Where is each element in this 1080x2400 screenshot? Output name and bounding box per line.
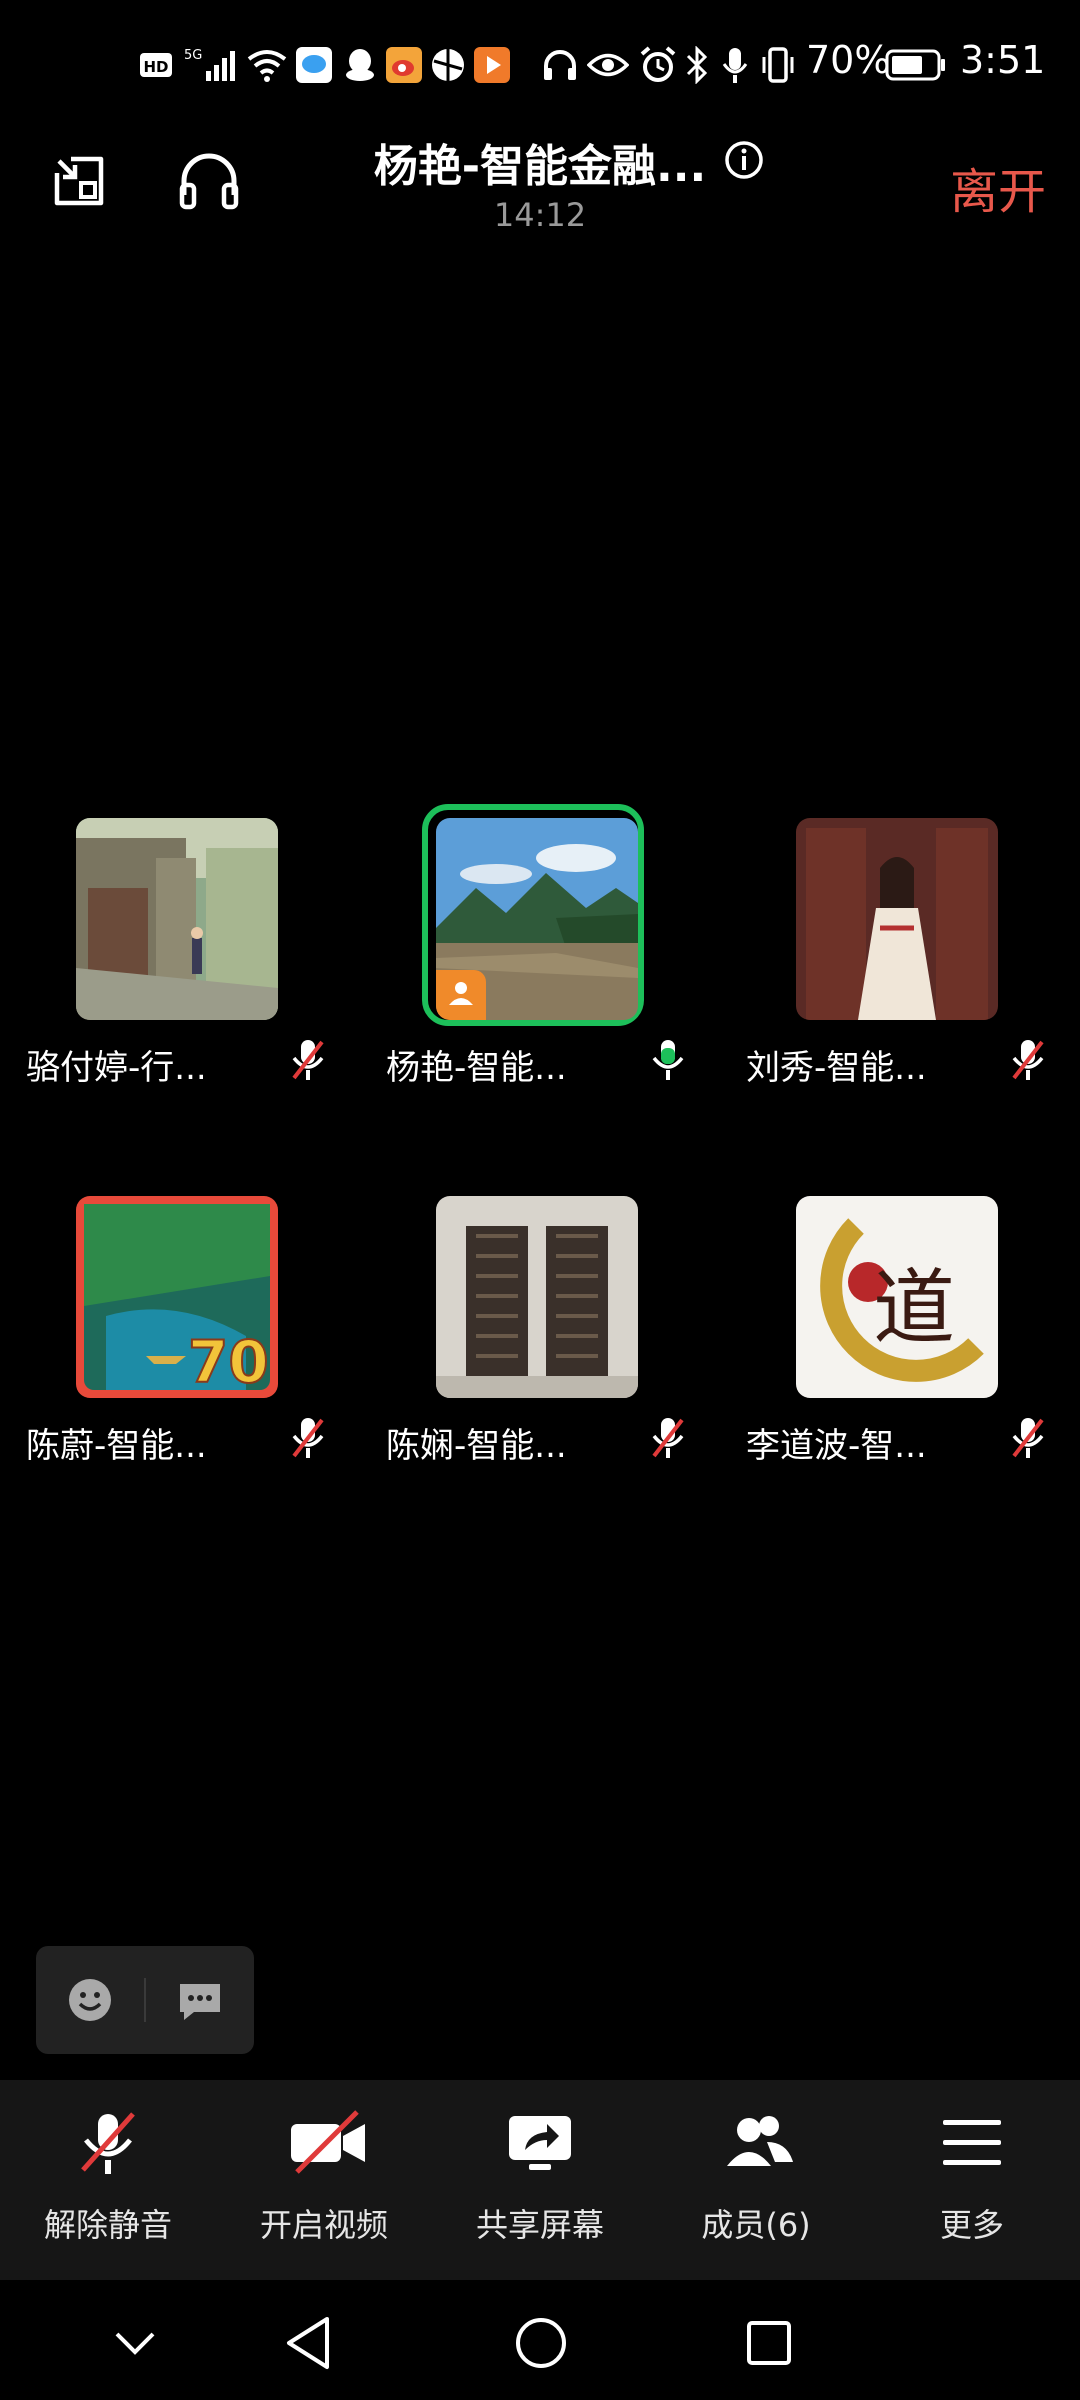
- chevron-down-icon: [113, 2328, 157, 2362]
- participant-tile[interactable]: 道 李道波-智...: [746, 1196, 1046, 1516]
- meeting-duration: 14:12: [493, 196, 587, 234]
- members-button[interactable]: 成员(6): [648, 2080, 864, 2280]
- headphone-status-icon: [540, 42, 580, 88]
- bluetooth-icon: [682, 42, 712, 88]
- vibrate-icon: [758, 42, 798, 88]
- mic-muted-icon: [648, 1414, 688, 1462]
- share-screen-label: 共享屏幕: [475, 2206, 604, 2244]
- participant-name: 刘秀-智能...: [746, 1048, 927, 1088]
- more-label: 更多: [939, 2206, 1004, 2244]
- unmute-button[interactable]: 解除静音: [0, 2080, 216, 2280]
- battery-icon: [884, 42, 948, 88]
- participant-name: 骆付婷-行...: [26, 1048, 207, 1088]
- participant-tile[interactable]: 杨艳-智能...: [386, 804, 688, 1138]
- qq-icon: [340, 42, 380, 88]
- mic-muted-icon: [288, 1414, 328, 1462]
- participant-name: 杨艳-智能...: [386, 1048, 567, 1088]
- meeting-title-block[interactable]: 杨艳-智能金融... 14:12: [0, 130, 1080, 234]
- avatar: 道: [796, 1196, 998, 1398]
- avatar: [436, 818, 638, 1020]
- participant-tile[interactable]: 70 陈蔚-智能...: [26, 1196, 326, 1516]
- host-icon: [446, 978, 476, 1012]
- status-bar: HD 5G 70% 3:51: [0, 0, 1080, 130]
- system-nav-bar: [0, 2280, 1080, 2400]
- menu-icon: [937, 2108, 1007, 2178]
- participant-tile[interactable]: 陈娴-智能...: [386, 1196, 686, 1516]
- eye-icon: [586, 42, 630, 88]
- host-badge: [436, 970, 486, 1020]
- members-label: 成员(6): [701, 2206, 811, 2244]
- wifi-icon: [246, 42, 288, 88]
- participant-tile[interactable]: 刘秀-智能...: [746, 818, 1046, 1138]
- video-off-icon: [289, 2108, 365, 2178]
- participant-name: 李道波-智...: [746, 1426, 927, 1466]
- reaction-chat-bar: [36, 1946, 254, 2054]
- share-screen-icon: [505, 2108, 575, 2178]
- divider: [144, 1978, 146, 2022]
- participant-tile[interactable]: 骆付婷-行...: [26, 818, 326, 1138]
- chat-icon[interactable]: [176, 1976, 224, 2028]
- start-video-button[interactable]: 开启视频: [216, 2080, 432, 2280]
- avatar: 70: [76, 1196, 278, 1398]
- share-screen-button[interactable]: 共享屏幕: [432, 2080, 648, 2280]
- clock: 3:51: [960, 38, 1046, 82]
- info-icon[interactable]: [724, 140, 768, 184]
- mic-muted-icon: [288, 1036, 328, 1084]
- hd-icon: HD: [138, 42, 174, 88]
- home-circle-icon: [514, 2316, 568, 2374]
- avatar: [436, 1196, 638, 1398]
- meeting-header: 杨艳-智能金融... 14:12 离开: [0, 130, 1080, 240]
- chat-app-icon: [294, 42, 334, 88]
- start-video-label: 开启视频: [259, 2206, 388, 2244]
- video-app-icon: [472, 42, 512, 88]
- emoji-icon[interactable]: [66, 1976, 114, 2028]
- leave-meeting-button[interactable]: 离开: [950, 152, 1046, 222]
- recents-square-icon: [744, 2318, 794, 2372]
- recent-apps-button[interactable]: [734, 2310, 804, 2380]
- collapse-nav-button[interactable]: [100, 2310, 170, 2380]
- svg-text:5G: 5G: [184, 48, 202, 63]
- mic-status-icon: [718, 42, 752, 88]
- participant-name: 陈蔚-智能...: [26, 1426, 207, 1466]
- unmute-label: 解除静音: [43, 2206, 172, 2244]
- browser-icon: [428, 42, 468, 88]
- mic-active-icon: [648, 1036, 688, 1084]
- meeting-toolbar: 解除静音 开启视频 共享屏幕 成员(6) 更多: [0, 2080, 1080, 2280]
- avatar: [76, 818, 278, 1020]
- weibo-icon: [384, 42, 424, 88]
- participant-name: 陈娴-智能...: [386, 1426, 567, 1466]
- avatar-badge-number: 70: [188, 1328, 269, 1396]
- 5g-signal-icon: 5G: [182, 42, 238, 88]
- more-button[interactable]: 更多: [864, 2080, 1080, 2280]
- mic-off-icon: [73, 2108, 143, 2178]
- back-triangle-icon: [283, 2315, 335, 2375]
- members-icon: [721, 2108, 793, 2178]
- home-button[interactable]: [506, 2310, 576, 2380]
- mic-muted-icon: [1008, 1414, 1048, 1462]
- meeting-title: 杨艳-智能金融...: [373, 141, 707, 192]
- alarm-icon: [638, 42, 678, 88]
- avatar-calligraphy: 道: [873, 1261, 955, 1356]
- avatar: [796, 818, 998, 1020]
- battery-percent: 70%: [806, 38, 891, 82]
- back-button[interactable]: [274, 2310, 344, 2380]
- mic-muted-icon: [1008, 1036, 1048, 1084]
- svg-text:HD: HD: [143, 58, 168, 76]
